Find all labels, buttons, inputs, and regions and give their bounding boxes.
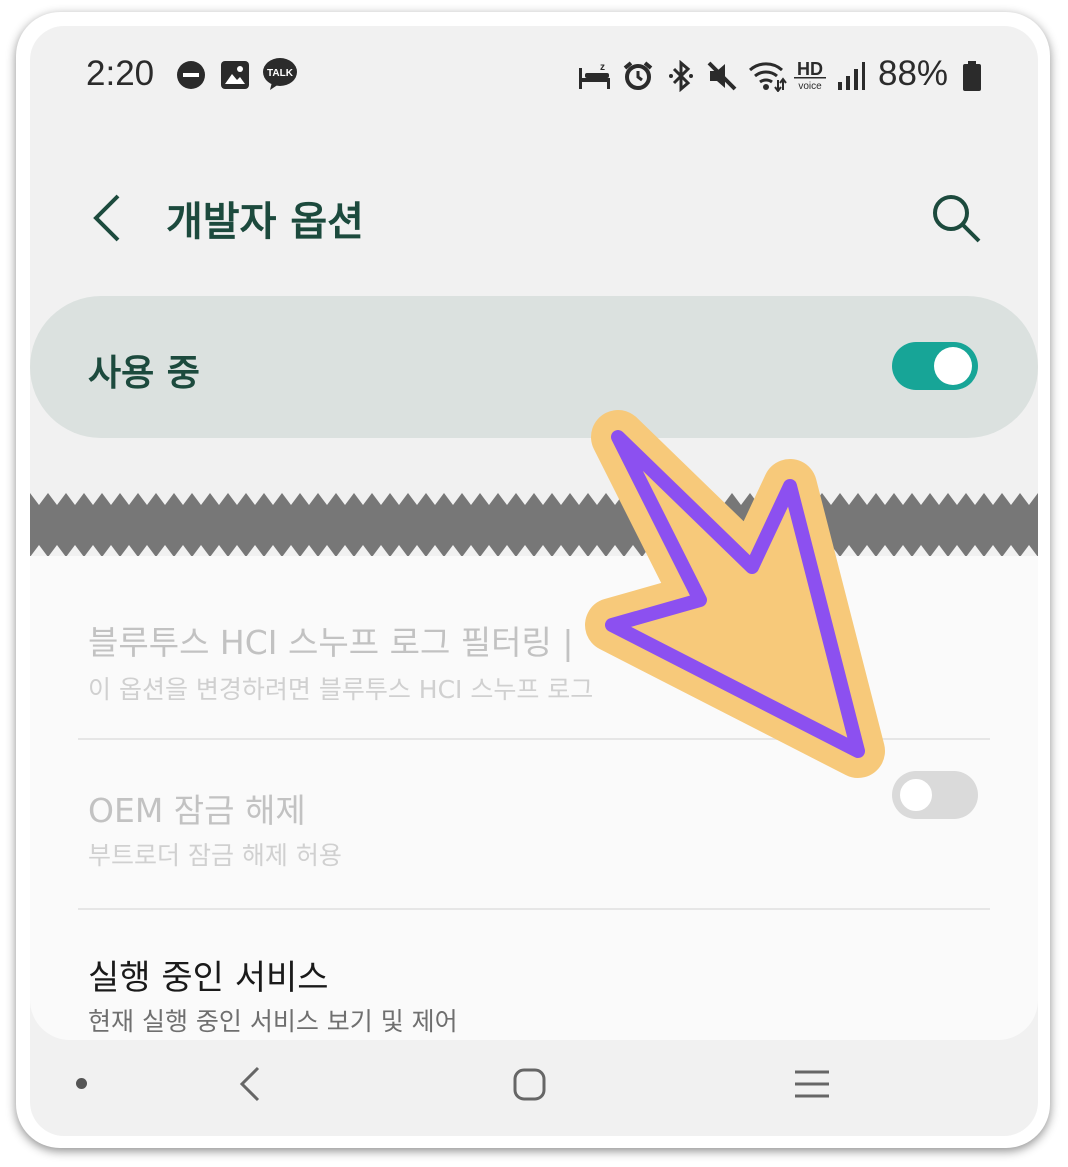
nav-recents-button[interactable] xyxy=(792,1064,832,1104)
svg-text:TALK: TALK xyxy=(267,68,294,79)
battery-icon xyxy=(963,61,981,91)
back-button[interactable] xyxy=(88,192,128,244)
item-subtitle: 현재 실행 중인 서비스 보기 및 제어 xyxy=(88,1007,458,1036)
item-subtitle: 부트로더 잠금 해제 허용 xyxy=(88,841,342,870)
phone-screen: 2:20 TALK z HD voice 88% 개발자 옵션 사용 중 블루투… xyxy=(30,26,1038,1136)
status-time: 2:20 xyxy=(86,54,155,93)
oem-unlock-switch[interactable] xyxy=(892,771,978,819)
alarm-icon xyxy=(623,61,653,90)
nav-indicator-dot xyxy=(76,1078,87,1089)
nav-back-button[interactable] xyxy=(236,1064,264,1104)
hd-voice-icon: HD voice xyxy=(794,59,826,92)
bluetooth-icon xyxy=(669,60,693,92)
page-title: 개발자 옵션 xyxy=(166,199,364,245)
developer-options-master-toggle[interactable]: 사용 중 xyxy=(30,296,1038,438)
battery-percentage: 88% xyxy=(878,54,949,93)
item-subtitle: 이 옵션을 변경하려면 블루투스 HCI 스누프 로그 xyxy=(88,675,594,704)
signal-icon xyxy=(838,62,865,90)
nav-home-button[interactable] xyxy=(512,1064,548,1104)
svg-text:z: z xyxy=(600,62,605,73)
svg-text:HD: HD xyxy=(797,59,823,79)
sleep-mode-icon: z xyxy=(579,62,610,89)
do-not-disturb-icon xyxy=(177,61,205,89)
gallery-icon xyxy=(221,61,249,89)
divider xyxy=(78,908,990,910)
svg-text:voice: voice xyxy=(798,81,822,92)
item-title: OEM 잠금 해제 xyxy=(88,791,306,830)
item-title: 블루투스 HCI 스누프 로그 필터링 | xyxy=(88,623,574,662)
settings-list: 블루투스 HCI 스누프 로그 필터링 | 이 옵션을 변경하려면 블루투스 H… xyxy=(30,556,1038,1040)
divider xyxy=(78,738,990,740)
wifi-icon xyxy=(749,62,787,92)
kakaotalk-icon: TALK xyxy=(263,58,297,90)
mute-icon xyxy=(707,61,737,91)
switch-knob xyxy=(897,776,935,814)
switch-knob xyxy=(934,347,972,385)
master-switch[interactable] xyxy=(892,342,978,390)
item-title: 실행 중인 서비스 xyxy=(88,958,329,998)
master-toggle-label: 사용 중 xyxy=(88,353,200,394)
search-icon[interactable] xyxy=(930,192,982,244)
